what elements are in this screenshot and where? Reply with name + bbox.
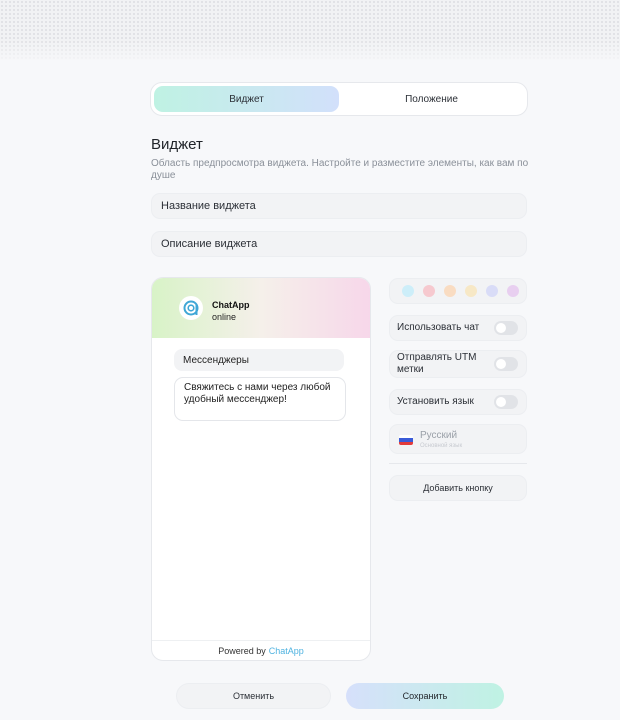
chatapp-logo-icon: [179, 296, 203, 320]
send-utm-toggle[interactable]: [494, 357, 518, 371]
set-language-label: Установить язык: [397, 396, 474, 407]
language-name: Русский: [420, 430, 458, 441]
color-swatches: [389, 278, 527, 304]
color-swatch-5[interactable]: [486, 285, 498, 297]
send-utm-row: Отправлять UTM метки: [389, 350, 527, 378]
use-chat-label: Использовать чат: [397, 322, 480, 333]
preview-header: ChatApp online: [152, 278, 370, 338]
language-select[interactable]: Русский Основной язык: [389, 424, 527, 454]
widget-preview: ChatApp online Мессенджеры Свяжитесь с н…: [151, 277, 371, 661]
powered-by-brand[interactable]: ChatApp: [269, 646, 304, 656]
preview-message[interactable]: Свяжитесь с нами через любой удобный мес…: [174, 377, 346, 421]
color-swatch-4[interactable]: [465, 285, 477, 297]
cancel-button[interactable]: Отменить: [176, 683, 331, 709]
set-language-row: Установить язык: [389, 389, 527, 415]
tab-bar: Виджет Положение: [150, 82, 528, 116]
divider: [389, 463, 527, 464]
widget-name-field[interactable]: Название виджета: [151, 193, 527, 219]
language-subtitle: Основной язык: [420, 443, 463, 449]
messengers-chip[interactable]: Мессенджеры: [174, 349, 344, 371]
color-swatch-1[interactable]: [402, 285, 414, 297]
set-language-toggle[interactable]: [494, 395, 518, 409]
send-utm-label: Отправлять UTM метки: [397, 352, 477, 375]
use-chat-toggle[interactable]: [494, 321, 518, 335]
add-button-button[interactable]: Добавить кнопку: [389, 475, 527, 501]
preview-footer: Powered by ChatApp: [152, 640, 370, 660]
use-chat-row: Использовать чат: [389, 315, 527, 341]
page-title: Виджет: [151, 136, 203, 153]
tab-position[interactable]: Положение: [339, 86, 524, 112]
color-swatch-6[interactable]: [507, 285, 519, 297]
widget-description-field[interactable]: Описание виджета: [151, 231, 527, 257]
russia-flag-icon: [399, 435, 413, 445]
page-description: Область предпросмотра виджета. Настройте…: [151, 158, 529, 181]
preview-status: online: [212, 312, 237, 322]
top-fade: [0, 40, 620, 64]
powered-by-label: Powered by: [218, 645, 266, 656]
color-swatch-3[interactable]: [444, 285, 456, 297]
color-swatch-2[interactable]: [423, 285, 435, 297]
save-button[interactable]: Сохранить: [346, 683, 504, 709]
tab-widget[interactable]: Виджет: [154, 86, 339, 112]
preview-app-name: ChatApp: [212, 300, 250, 310]
